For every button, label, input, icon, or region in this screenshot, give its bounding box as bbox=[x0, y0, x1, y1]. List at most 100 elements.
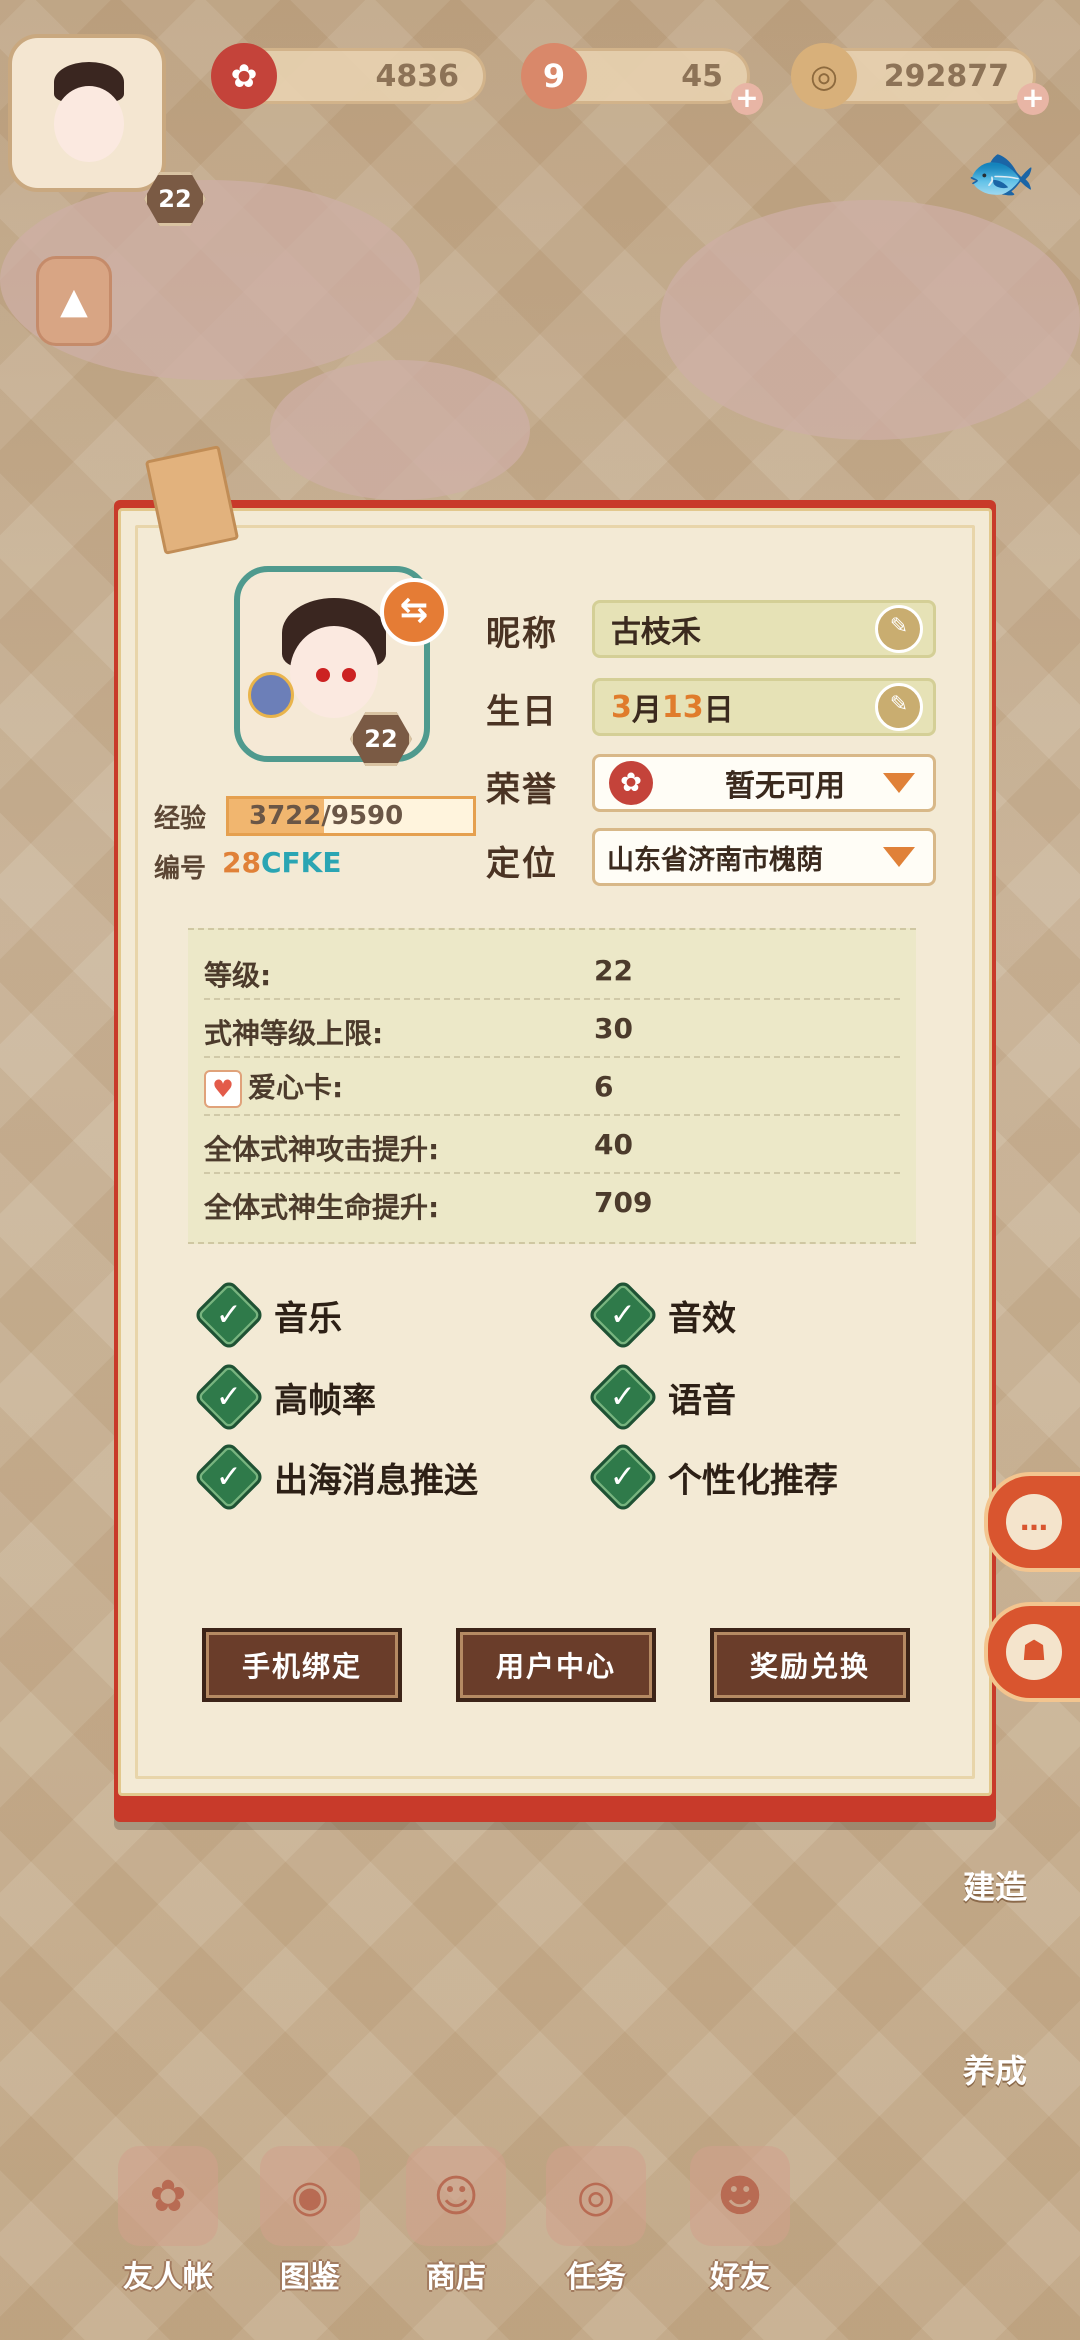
resource-stamina: ✿ 4836 bbox=[211, 43, 486, 109]
stat-value: 6 bbox=[594, 1070, 614, 1103]
lucky-cat-icon: ☺ bbox=[406, 2146, 506, 2246]
player-id: 28CFKE bbox=[222, 846, 341, 879]
check-icon: ✓ bbox=[586, 1278, 660, 1352]
user-center-button[interactable]: 用户中心 bbox=[456, 1628, 656, 1702]
check-icon: ✓ bbox=[192, 1360, 266, 1434]
chevron-down-icon bbox=[883, 773, 915, 793]
stat-key: 式神等级上限: bbox=[204, 1017, 384, 1050]
exp-label: 经验 bbox=[154, 804, 207, 834]
music-toggle[interactable]: ✓ 音乐 bbox=[192, 1278, 342, 1352]
nav-label: 任务 bbox=[566, 2260, 626, 2295]
pinwheel-icon bbox=[248, 672, 294, 718]
player-id-part2: CFKE bbox=[260, 846, 342, 879]
player-id-part1: 28 bbox=[222, 846, 261, 879]
upgrade-arrow-icon[interactable]: ▲ bbox=[36, 256, 112, 346]
stat-value: 30 bbox=[594, 1012, 633, 1045]
check-icon: ✓ bbox=[192, 1440, 266, 1514]
honor-select[interactable]: ✿ 暂无可用 bbox=[592, 754, 936, 812]
gift-button[interactable]: ☗ bbox=[984, 1602, 1080, 1702]
stat-row: 式神等级上限: 30 bbox=[204, 1000, 900, 1058]
plum-blossom-icon: ✿ bbox=[211, 43, 277, 109]
exp-value: 3722/9590 bbox=[249, 801, 404, 831]
nav-label: 商店 bbox=[426, 2260, 486, 2295]
nav-friends[interactable]: ☻ 好友 bbox=[680, 2146, 800, 2296]
stat-row: 等级: 22 bbox=[204, 942, 900, 1000]
honor-value: 暂无可用 bbox=[725, 769, 845, 804]
stat-row: ♥ 爱心卡: 6 bbox=[204, 1058, 900, 1116]
high-frame-rate-label: 高帧率 bbox=[274, 1380, 376, 1421]
nav-illustrated[interactable]: ◉ 图鉴 bbox=[250, 2146, 370, 2296]
stat-key: 等级: bbox=[204, 959, 272, 992]
target-icon: ◎ bbox=[546, 2146, 646, 2246]
stat-row: 全体式神攻击提升: 40 bbox=[204, 1116, 900, 1174]
chevron-down-icon bbox=[883, 847, 915, 867]
sound-effects-label: 音效 bbox=[668, 1298, 736, 1339]
edit-nickname-icon[interactable]: ✎ bbox=[875, 605, 923, 653]
birthday-label: 生日 bbox=[486, 692, 558, 732]
honor-label: 荣誉 bbox=[486, 770, 558, 810]
stat-key: 全体式神攻击提升: bbox=[204, 1133, 440, 1166]
sound-effects-toggle[interactable]: ✓ 音效 bbox=[586, 1278, 736, 1352]
exp-bar: 3722/9590 bbox=[226, 796, 476, 836]
swap-avatar-button[interactable]: ⇆ bbox=[380, 578, 448, 646]
stat-value: 40 bbox=[594, 1128, 633, 1161]
add-coins-button[interactable]: + bbox=[1017, 83, 1049, 115]
magatama-icon: 9 bbox=[521, 43, 587, 109]
nav-label: 好友 bbox=[710, 2260, 770, 2295]
push-notifications-toggle[interactable]: ✓ 出海消息推送 bbox=[192, 1440, 478, 1514]
birthday-month: 3 bbox=[611, 689, 632, 725]
raise-tab[interactable]: 养成 bbox=[910, 2024, 1080, 2114]
honor-badge-icon: ✿ bbox=[609, 761, 653, 805]
player-avatar[interactable]: 22 bbox=[8, 34, 206, 226]
birthday-month-unit: 月 bbox=[631, 693, 662, 728]
resource-coins: ◎ 292877 + bbox=[791, 43, 1049, 115]
check-icon: ✓ bbox=[586, 1360, 660, 1434]
voice-toggle[interactable]: ✓ 语音 bbox=[586, 1360, 736, 1434]
music-label: 音乐 bbox=[274, 1298, 342, 1339]
stat-key: 爱心卡: bbox=[248, 1071, 344, 1104]
resource-magatama: 9 45 + bbox=[521, 43, 763, 115]
bottom-nav: ✿ 友人帐 ◉ 图鉴 ☺ 商店 ◎ 任务 ☻ 好友 bbox=[0, 2120, 1080, 2340]
book-icon: ✿ bbox=[118, 2146, 218, 2246]
build-tab[interactable]: 建造 bbox=[910, 1840, 1080, 1930]
check-icon: ✓ bbox=[192, 1278, 266, 1352]
stat-row: 全体式神生命提升: 709 bbox=[204, 1174, 900, 1230]
nav-label: 友人帐 bbox=[123, 2260, 213, 2295]
personalized-recommend-label: 个性化推荐 bbox=[668, 1460, 838, 1501]
heart-card-icon: ♥ bbox=[204, 1070, 242, 1108]
chat-button[interactable]: … bbox=[984, 1472, 1080, 1572]
check-icon: ✓ bbox=[586, 1440, 660, 1514]
nickname-field[interactable]: 古枝禾 ✎ bbox=[592, 600, 936, 658]
stats-table: 等级: 22 式神等级上限: 30 ♥ 爱心卡: 6 全体式神攻击提升: 40 全… bbox=[188, 928, 916, 1244]
voice-label: 语音 bbox=[668, 1380, 736, 1421]
nav-friend-book[interactable]: ✿ 友人帐 bbox=[108, 2146, 228, 2296]
nav-shop[interactable]: ☺ 商店 bbox=[396, 2146, 516, 2296]
birthday-day: 13 bbox=[661, 689, 704, 725]
id-label: 编号 bbox=[154, 854, 207, 884]
fish-ornament-icon: 🐟 bbox=[966, 141, 1036, 206]
stat-value: 22 bbox=[594, 954, 633, 987]
birthday-day-unit: 日 bbox=[703, 693, 734, 728]
chat-icon: … bbox=[1006, 1494, 1062, 1550]
location-label: 定位 bbox=[486, 844, 558, 884]
nickname-value: 古枝禾 bbox=[611, 615, 701, 650]
stat-value: 709 bbox=[594, 1186, 653, 1219]
nav-tasks[interactable]: ◎ 任务 bbox=[536, 2146, 656, 2296]
eye-icon: ◉ bbox=[260, 2146, 360, 2246]
add-magatama-button[interactable]: + bbox=[731, 83, 763, 115]
reward-exchange-button[interactable]: 奖励兑换 bbox=[710, 1628, 910, 1702]
push-notifications-label: 出海消息推送 bbox=[274, 1460, 478, 1501]
phone-bind-button[interactable]: 手机绑定 bbox=[202, 1628, 402, 1702]
nav-label: 图鉴 bbox=[280, 2260, 340, 2295]
gift-icon: ☗ bbox=[1006, 1624, 1062, 1680]
high-frame-rate-toggle[interactable]: ✓ 高帧率 bbox=[192, 1360, 376, 1434]
stat-key: 全体式神生命提升: bbox=[204, 1191, 440, 1224]
personalized-recommend-toggle[interactable]: ✓ 个性化推荐 bbox=[586, 1440, 838, 1514]
location-select[interactable]: 山东省济南市槐荫 bbox=[592, 828, 936, 886]
friends-icon: ☻ bbox=[690, 2146, 790, 2246]
edit-birthday-icon[interactable]: ✎ bbox=[875, 683, 923, 731]
coin-icon: ◎ bbox=[791, 43, 857, 109]
birthday-field[interactable]: 3 月 13 日 ✎ bbox=[592, 678, 936, 736]
location-value: 山东省济南市槐荫 bbox=[607, 844, 823, 876]
nickname-label: 昵称 bbox=[486, 614, 558, 654]
